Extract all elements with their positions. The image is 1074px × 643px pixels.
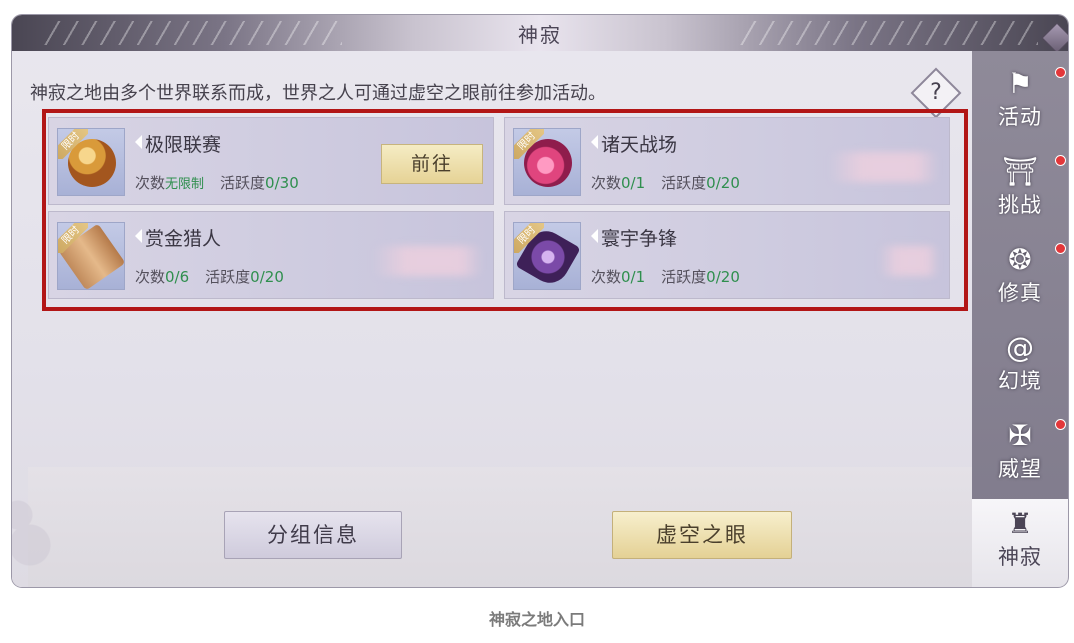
notification-badge <box>1055 419 1066 430</box>
shenji-window: 神寂 神寂之地由多个世界联系而成，世界之人可通过虚空之眼前往参加活动。 ? 限时… <box>12 15 1068 587</box>
wings-icon: ✠ <box>1008 419 1032 452</box>
notification-badge <box>1055 155 1066 166</box>
group-info-button[interactable]: 分组信息 <box>224 511 402 559</box>
sidebar: ⚑ 活动 ⛩ 挑战 ❂ 修真 @ 幻境 ✠ 威望 ♜ 神寂 <box>972 51 1068 587</box>
highlight-frame <box>42 109 968 311</box>
notification-badge <box>1055 243 1066 254</box>
description-text: 神寂之地由多个世界联系而成，世界之人可通过虚空之眼前往参加活动。 <box>30 83 606 104</box>
banner-icon: ⚑ <box>1007 67 1033 100</box>
helmet-icon: ♜ <box>1007 507 1033 540</box>
swirl-icon: ❂ <box>1008 243 1032 276</box>
sidebar-item-weiwang[interactable]: ✠ 威望 <box>972 411 1068 499</box>
window-title: 神寂 <box>518 23 562 47</box>
image-caption: 神寂之地入口 <box>488 610 585 629</box>
sidebar-item-activity[interactable]: ⚑ 活动 <box>972 59 1068 147</box>
gate-icon: ⛩ <box>1002 155 1038 188</box>
cloud-ornament <box>12 485 72 585</box>
title-bar: 神寂 <box>12 15 1068 54</box>
sidebar-item-xiuzhen[interactable]: ❂ 修真 <box>972 235 1068 323</box>
bottom-panel <box>28 467 972 587</box>
sidebar-item-challenge[interactable]: ⛩ 挑战 <box>972 147 1068 235</box>
void-eye-button[interactable]: 虚空之眼 <box>612 511 792 559</box>
question-mark-icon: ? <box>930 80 942 105</box>
notification-badge <box>1055 67 1066 78</box>
spiral-icon: @ <box>1006 331 1034 364</box>
sidebar-item-huanjing[interactable]: @ 幻境 <box>972 323 1068 411</box>
sidebar-item-shenji[interactable]: ♜ 神寂 <box>972 499 1068 587</box>
